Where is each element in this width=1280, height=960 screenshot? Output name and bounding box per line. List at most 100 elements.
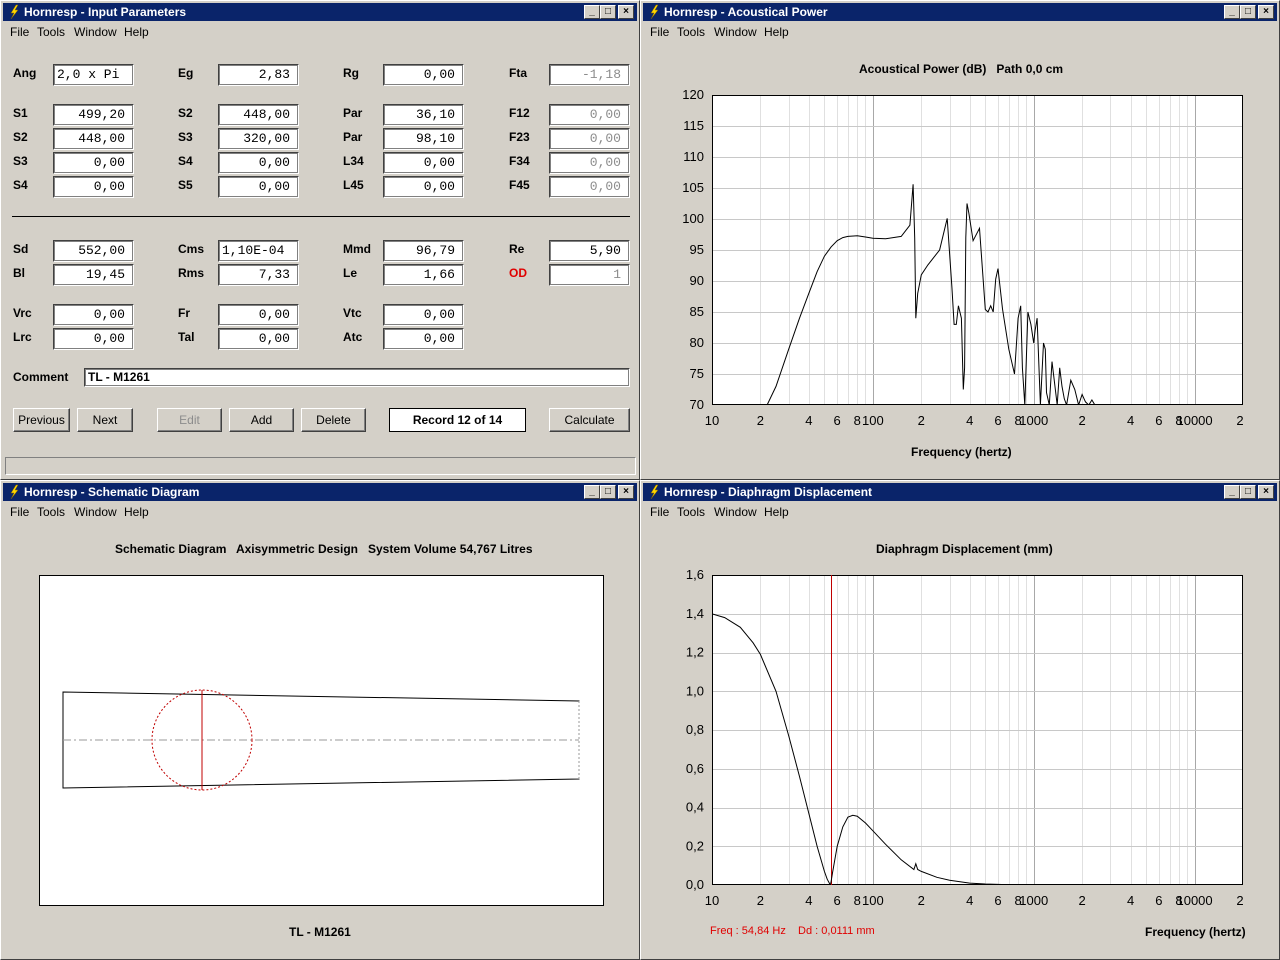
param-field-rms[interactable]: 7,33 [218,264,299,286]
input-window-titlebar[interactable]: Hornresp - Input Parameters _ □ × [3,3,637,21]
param-field-s5[interactable]: 0,00 [218,176,299,198]
menu-file[interactable]: File [650,25,669,39]
param-field-f12[interactable]: 0,00 [549,104,630,126]
param-field-fta[interactable]: -1,18 [549,64,630,86]
param-label-le: Le [343,266,358,280]
minimize-button[interactable]: _ [584,5,600,19]
param-field-ang[interactable]: 2,0 x Pi [53,64,134,86]
param-field-s2[interactable]: 448,00 [218,104,299,126]
menu-help[interactable]: Help [124,25,149,39]
calculate-button[interactable]: Calculate [549,408,630,432]
add-button[interactable]: Add [229,408,294,432]
close-button[interactable]: × [618,5,634,19]
param-field-mmd[interactable]: 96,79 [383,240,464,262]
param-field-re[interactable]: 5,90 [549,240,630,262]
param-field-le[interactable]: 1,66 [383,264,464,286]
param-field-bl[interactable]: 19,45 [53,264,134,286]
menu-tools[interactable]: Tools [677,25,705,39]
param-field-l34[interactable]: 0,00 [383,152,464,174]
next-button[interactable]: Next [77,408,133,432]
menu-tools[interactable]: Tools [37,505,65,519]
param-label-par: Par [343,130,363,144]
param-field-tal[interactable]: 0,00 [218,328,299,350]
edit-button[interactable]: Edit [157,408,222,432]
divider [12,216,630,217]
param-label-bl: Bl [13,266,25,280]
param-label-od: OD [509,266,527,280]
menu-tools[interactable]: Tools [37,25,65,39]
maximize-button[interactable]: □ [600,5,616,19]
param-field-lrc[interactable]: 0,00 [53,328,134,350]
param-field-s1[interactable]: 499,20 [53,104,134,126]
x-tick-label: 4 [1127,893,1134,908]
x-tick-label: 4 [966,413,973,428]
maximize-button[interactable]: □ [1240,5,1256,19]
param-field-s4[interactable]: 0,00 [218,152,299,174]
param-field-cms[interactable]: 1,10E-04 [218,240,299,262]
x-tick-label: 4 [1127,413,1134,428]
window-title: Hornresp - Input Parameters [24,5,187,19]
minimize-button[interactable]: _ [584,485,600,499]
param-field-par[interactable]: 36,10 [383,104,464,126]
param-field-fr[interactable]: 0,00 [218,304,299,326]
y-tick-label: 1,2 [686,645,704,660]
x-tick-label: 4 [805,893,812,908]
param-field-rg[interactable]: 0,00 [383,64,464,86]
param-label-s3: S3 [13,154,28,168]
menu-file[interactable]: File [650,505,669,519]
maximize-button[interactable]: □ [1240,485,1256,499]
x-tick-label: 2 [1079,893,1086,908]
menu-window[interactable]: Window [714,505,757,519]
power-window-titlebar[interactable]: Hornresp - Acoustical Power _ □ × [643,3,1277,21]
cursor-readout: Freq : 54,84 Hz Dd : 0,0111 mm [710,925,875,937]
menu-file[interactable]: File [10,505,29,519]
param-field-atc[interactable]: 0,00 [383,328,464,350]
menu-window[interactable]: Window [714,25,757,39]
window-title: Hornresp - Acoustical Power [664,5,828,19]
param-label-s4: S4 [178,154,193,168]
param-field-par[interactable]: 98,10 [383,128,464,150]
minimize-button[interactable]: _ [1224,5,1240,19]
param-label-f45: F45 [509,178,530,192]
menu-help[interactable]: Help [764,25,789,39]
previous-button[interactable]: Previous [13,408,70,432]
menu-tools[interactable]: Tools [677,505,705,519]
param-field-s4[interactable]: 0,00 [53,176,134,198]
menu-help[interactable]: Help [764,505,789,519]
y-tick-label: 85 [690,304,704,319]
param-field-f34[interactable]: 0,00 [549,152,630,174]
close-button[interactable]: × [618,485,634,499]
comment-field[interactable]: TL - M1261 [84,368,630,387]
schematic-window-titlebar[interactable]: Hornresp - Schematic Diagram _ □ × [3,483,637,501]
close-button[interactable]: × [1258,5,1274,19]
maximize-button[interactable]: □ [600,485,616,499]
menu-file[interactable]: File [10,25,29,39]
param-field-vtc[interactable]: 0,00 [383,304,464,326]
x-axis-label: Frequency (hertz) [911,445,1012,459]
param-field-sd[interactable]: 552,00 [53,240,134,262]
param-field-s2[interactable]: 448,00 [53,128,134,150]
comment-label: Comment [13,370,69,384]
close-button[interactable]: × [1258,485,1274,499]
param-field-od[interactable]: 1 [549,264,630,286]
displacement-window-titlebar[interactable]: Hornresp - Diaphragm Displacement _ □ × [643,483,1277,501]
param-label-f34: F34 [509,154,530,168]
param-field-eg[interactable]: 2,83 [218,64,299,86]
y-tick-label: 115 [683,118,704,133]
schematic-diagram [39,575,604,906]
param-field-f23[interactable]: 0,00 [549,128,630,150]
param-field-vrc[interactable]: 0,00 [53,304,134,326]
param-field-l45[interactable]: 0,00 [383,176,464,198]
menu-window[interactable]: Window [74,25,117,39]
param-field-f45[interactable]: 0,00 [549,176,630,198]
minimize-button[interactable]: _ [1224,485,1240,499]
hornresp-icon [650,484,659,500]
param-label-s2: S2 [13,130,28,144]
param-field-s3[interactable]: 320,00 [218,128,299,150]
menu-window[interactable]: Window [74,505,117,519]
param-field-s3[interactable]: 0,00 [53,152,134,174]
param-label-atc: Atc [343,330,363,344]
param-label-s1: S1 [13,106,28,120]
menu-help[interactable]: Help [124,505,149,519]
delete-button[interactable]: Delete [301,408,366,432]
